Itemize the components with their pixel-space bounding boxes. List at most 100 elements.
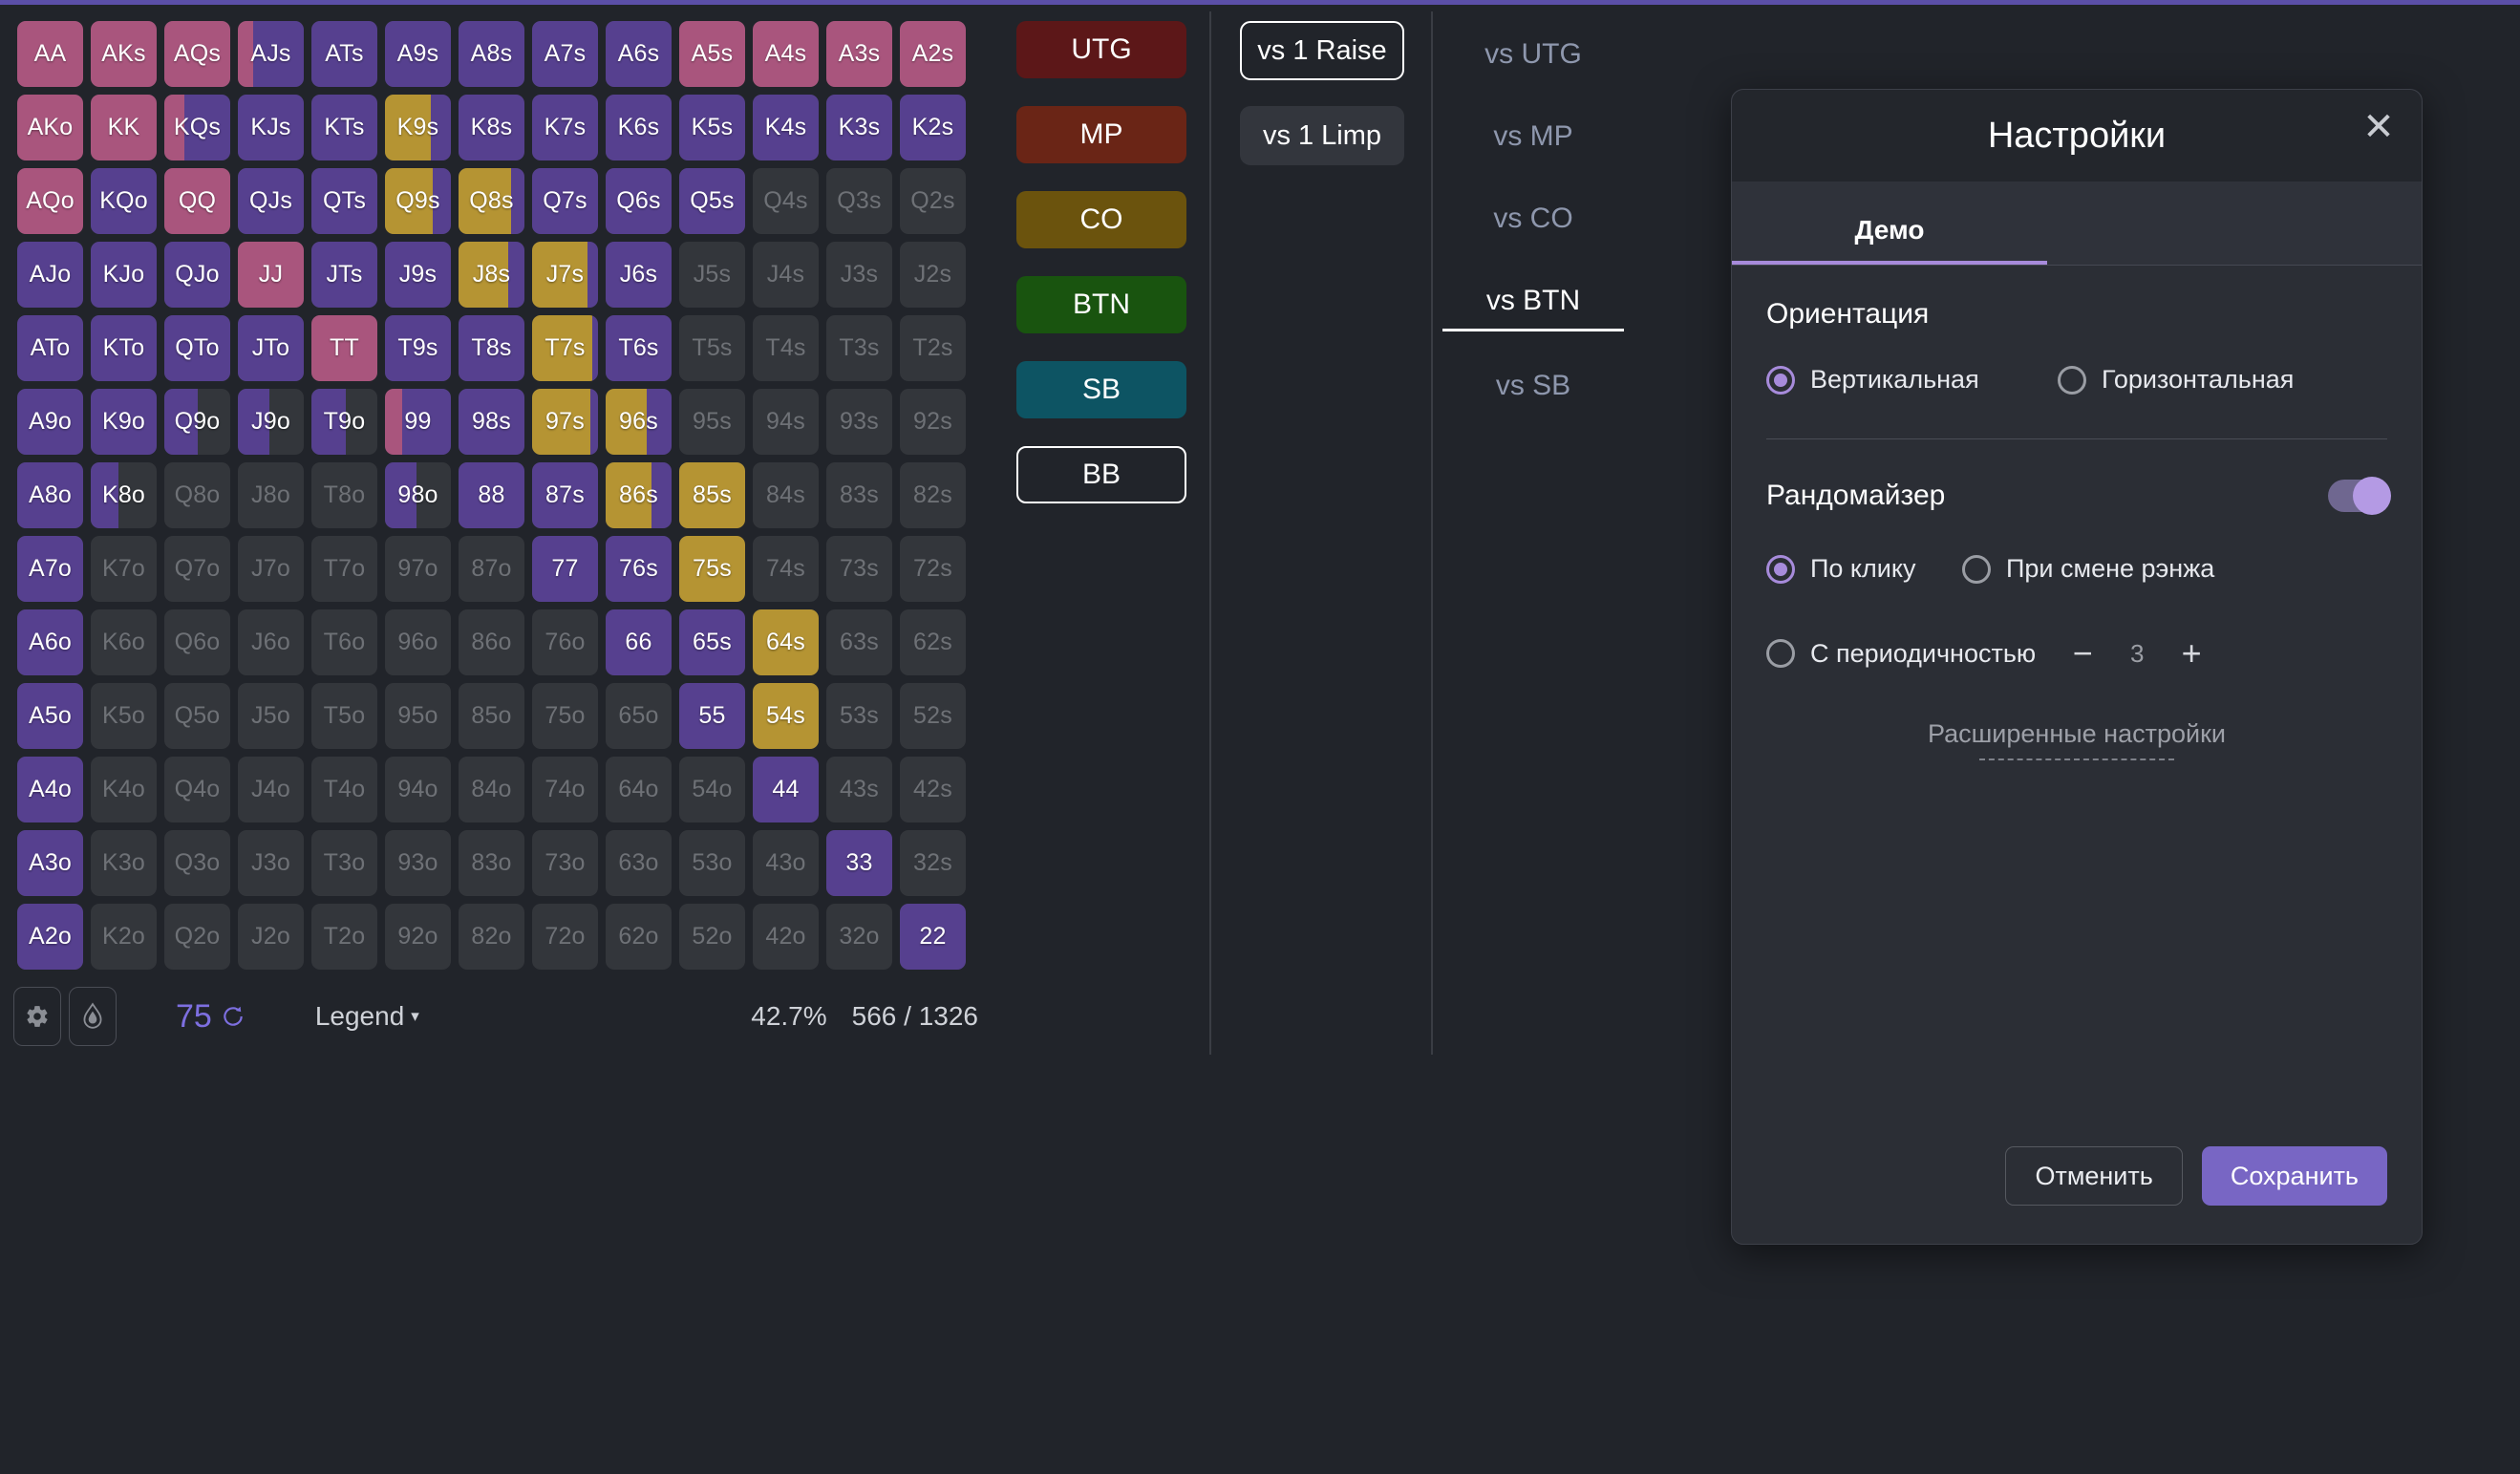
range-cell-KK[interactable]: KK xyxy=(91,95,157,160)
range-cell-62s[interactable]: 62s xyxy=(900,609,966,675)
range-cell-95s[interactable]: 95s xyxy=(679,389,745,455)
position-button-bb[interactable]: BB xyxy=(1016,446,1186,503)
range-cell-K5o[interactable]: K5o xyxy=(91,683,157,749)
radio-vertical[interactable]: Вертикальная xyxy=(1766,365,2058,395)
range-cell-Q6o[interactable]: Q6o xyxy=(164,609,230,675)
position-button-btn[interactable]: BTN xyxy=(1016,276,1186,333)
range-cell-A3s[interactable]: A3s xyxy=(826,21,892,87)
range-cell-77[interactable]: 77 xyxy=(532,536,598,602)
range-cell-A6s[interactable]: A6s xyxy=(606,21,672,87)
range-cell-43s[interactable]: 43s xyxy=(826,757,892,822)
range-cell-K3o[interactable]: K3o xyxy=(91,830,157,896)
range-cell-K2s[interactable]: K2s xyxy=(900,95,966,160)
range-cell-82s[interactable]: 82s xyxy=(900,462,966,528)
range-cell-J6o[interactable]: J6o xyxy=(238,609,304,675)
range-cell-KJs[interactable]: KJs xyxy=(238,95,304,160)
range-cell-55[interactable]: 55 xyxy=(679,683,745,749)
range-cell-T3s[interactable]: T3s xyxy=(826,315,892,381)
range-cell-J3o[interactable]: J3o xyxy=(238,830,304,896)
range-cell-K2o[interactable]: K2o xyxy=(91,904,157,970)
range-cell-62o[interactable]: 62o xyxy=(606,904,672,970)
range-cell-K4o[interactable]: K4o xyxy=(91,757,157,822)
range-cell-AJo[interactable]: AJo xyxy=(17,242,83,308)
range-cell-TT[interactable]: TT xyxy=(311,315,377,381)
range-cell-98s[interactable]: 98s xyxy=(459,389,524,455)
vs-item-vs-mp[interactable]: vs MP xyxy=(1442,103,1624,164)
range-cell-85o[interactable]: 85o xyxy=(459,683,524,749)
range-cell-52s[interactable]: 52s xyxy=(900,683,966,749)
range-cell-T7o[interactable]: T7o xyxy=(311,536,377,602)
range-cell-64s[interactable]: 64s xyxy=(753,609,819,675)
range-cell-A4o[interactable]: A4o xyxy=(17,757,83,822)
range-cell-53o[interactable]: 53o xyxy=(679,830,745,896)
range-cell-63o[interactable]: 63o xyxy=(606,830,672,896)
vs-item-vs-sb[interactable]: vs SB xyxy=(1442,352,1624,414)
tab-demo[interactable]: Демо xyxy=(1732,215,2047,265)
range-cell-Q8o[interactable]: Q8o xyxy=(164,462,230,528)
range-cell-AKo[interactable]: AKo xyxy=(17,95,83,160)
range-cell-K7s[interactable]: K7s xyxy=(532,95,598,160)
range-cell-96o[interactable]: 96o xyxy=(385,609,451,675)
range-cell-J3s[interactable]: J3s xyxy=(826,242,892,308)
range-cell-AA[interactable]: AA xyxy=(17,21,83,87)
save-button[interactable]: Сохранить xyxy=(2201,1146,2387,1206)
range-cell-Q9s[interactable]: Q9s xyxy=(385,168,451,234)
range-cell-T6o[interactable]: T6o xyxy=(311,609,377,675)
range-cell-T8o[interactable]: T8o xyxy=(311,462,377,528)
range-cell-J5s[interactable]: J5s xyxy=(679,242,745,308)
range-cell-96s[interactable]: 96s xyxy=(606,389,672,455)
range-cell-Q3s[interactable]: Q3s xyxy=(826,168,892,234)
range-cell-QJo[interactable]: QJo xyxy=(164,242,230,308)
range-cell-43o[interactable]: 43o xyxy=(753,830,819,896)
range-cell-A8s[interactable]: A8s xyxy=(459,21,524,87)
range-cell-J9o[interactable]: J9o xyxy=(238,389,304,455)
range-cell-Q5s[interactable]: Q5s xyxy=(679,168,745,234)
radio-on-range-change[interactable]: При смене рэнжа xyxy=(1962,554,2214,584)
range-cell-87o[interactable]: 87o xyxy=(459,536,524,602)
range-cell-T2o[interactable]: T2o xyxy=(311,904,377,970)
range-cell-Q5o[interactable]: Q5o xyxy=(164,683,230,749)
range-cell-T9s[interactable]: T9s xyxy=(385,315,451,381)
range-cell-95o[interactable]: 95o xyxy=(385,683,451,749)
range-cell-QQ[interactable]: QQ xyxy=(164,168,230,234)
range-cell-32o[interactable]: 32o xyxy=(826,904,892,970)
settings-button[interactable] xyxy=(13,987,61,1046)
range-cell-K3s[interactable]: K3s xyxy=(826,95,892,160)
range-cell-A8o[interactable]: A8o xyxy=(17,462,83,528)
position-button-sb[interactable]: SB xyxy=(1016,361,1186,418)
range-cell-63s[interactable]: 63s xyxy=(826,609,892,675)
range-cell-74o[interactable]: 74o xyxy=(532,757,598,822)
range-cell-AJs[interactable]: AJs xyxy=(238,21,304,87)
range-cell-A2o[interactable]: A2o xyxy=(17,904,83,970)
range-cell-KTs[interactable]: KTs xyxy=(311,95,377,160)
range-cell-K5s[interactable]: K5s xyxy=(679,95,745,160)
range-cell-JTo[interactable]: JTo xyxy=(238,315,304,381)
range-cell-74s[interactable]: 74s xyxy=(753,536,819,602)
range-cell-76s[interactable]: 76s xyxy=(606,536,672,602)
range-cell-T5s[interactable]: T5s xyxy=(679,315,745,381)
range-cell-K9s[interactable]: K9s xyxy=(385,95,451,160)
range-cell-KQo[interactable]: KQo xyxy=(91,168,157,234)
range-cell-72s[interactable]: 72s xyxy=(900,536,966,602)
range-cell-Q3o[interactable]: Q3o xyxy=(164,830,230,896)
range-cell-22[interactable]: 22 xyxy=(900,904,966,970)
range-cell-93o[interactable]: 93o xyxy=(385,830,451,896)
range-cell-Q4o[interactable]: Q4o xyxy=(164,757,230,822)
range-cell-75s[interactable]: 75s xyxy=(679,536,745,602)
range-cell-A7o[interactable]: A7o xyxy=(17,536,83,602)
range-cell-76o[interactable]: 76o xyxy=(532,609,598,675)
range-cell-A9s[interactable]: A9s xyxy=(385,21,451,87)
range-cell-52o[interactable]: 52o xyxy=(679,904,745,970)
range-cell-QTs[interactable]: QTs xyxy=(311,168,377,234)
range-cell-83s[interactable]: 83s xyxy=(826,462,892,528)
randomizer-toggle[interactable] xyxy=(2328,477,2391,515)
range-cell-J6s[interactable]: J6s xyxy=(606,242,672,308)
range-cell-Q9o[interactable]: Q9o xyxy=(164,389,230,455)
range-cell-42s[interactable]: 42s xyxy=(900,757,966,822)
range-cell-A4s[interactable]: A4s xyxy=(753,21,819,87)
range-cell-T4s[interactable]: T4s xyxy=(753,315,819,381)
range-cell-98o[interactable]: 98o xyxy=(385,462,451,528)
range-cell-32s[interactable]: 32s xyxy=(900,830,966,896)
range-cell-K6o[interactable]: K6o xyxy=(91,609,157,675)
range-cell-A6o[interactable]: A6o xyxy=(17,609,83,675)
